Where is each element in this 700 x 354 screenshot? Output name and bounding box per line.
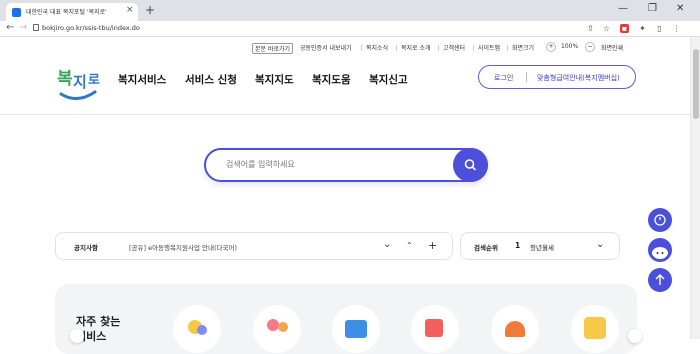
page-scrollbar[interactable] — [690, 37, 700, 339]
fav-service-6[interactable] — [571, 305, 619, 353]
alarm-icon — [505, 321, 525, 337]
print-link[interactable]: 화면인쇄 — [601, 43, 623, 52]
fav-service-2[interactable] — [253, 305, 301, 353]
header-divider — [0, 114, 690, 115]
address-bar: ← → ↻ bokjiro.go.kr/ssis-tbu/index.do ⇪ … — [0, 21, 700, 37]
nav-welfare-map[interactable]: 복지지도 — [255, 72, 294, 87]
svg-text:로: 로 — [88, 73, 100, 88]
cert-export-link[interactable]: 공동인증서 내보내기 — [300, 43, 352, 52]
document-icon — [345, 320, 367, 338]
badge-icon — [584, 317, 606, 339]
chevron-down-icon[interactable]: ⌄ — [383, 239, 391, 250]
nav-welfare-service[interactable]: 복지서비스 — [118, 72, 166, 87]
ranking-label: 검색순위 — [474, 244, 498, 252]
browser-tab-bar: 대한민국 대표 복지포털 '복지로' × + — ❐ ✕ — [0, 0, 700, 21]
search-input[interactable]: 검색어를 입력하세요 — [226, 159, 295, 170]
lock-icon[interactable] — [33, 24, 39, 31]
login-button[interactable]: 로그인 — [494, 73, 513, 83]
nav-welfare-report[interactable]: 복지신고 — [369, 72, 408, 87]
ranking-number: 1 — [515, 241, 521, 250]
menu-dots-icon[interactable]: ⋮ — [672, 24, 681, 33]
plus-icon[interactable]: + — [428, 239, 437, 252]
nav-service-apply[interactable]: 서비스 신청 — [185, 72, 237, 87]
fav-service-5[interactable] — [491, 305, 539, 353]
fav-service-4[interactable] — [411, 305, 459, 353]
fav-service-1[interactable] — [173, 305, 221, 353]
svg-text:지: 지 — [73, 73, 87, 91]
chevron-down-icon[interactable]: ⌄ — [596, 239, 604, 250]
notice-text[interactable]: [공유] e아동행복지원사업 안내(다국어) — [129, 242, 237, 252]
minimize-icon[interactable]: — — [618, 3, 628, 14]
close-window-icon[interactable]: ✕ — [676, 3, 684, 14]
about-link[interactable]: 복지로 소개 — [401, 43, 431, 52]
svg-text:복: 복 — [57, 69, 73, 89]
url-field[interactable]: bokjiro.go.kr/ssis-tbu/index.do — [42, 24, 140, 32]
membership-button[interactable]: 맞춤형급여안내(복지멤버십) — [537, 73, 620, 83]
chatbot-button[interactable] — [648, 238, 672, 262]
scrollbar-thumb[interactable] — [693, 49, 699, 119]
divider — [473, 45, 474, 51]
arrow-up-icon — [655, 274, 665, 285]
notice-bar — [55, 232, 453, 260]
chevron-up-icon[interactable]: ⌃ — [406, 241, 413, 250]
forward-icon[interactable]: → — [19, 22, 27, 33]
chatbot-icon — [652, 247, 668, 259]
history-icon — [654, 214, 666, 226]
sitemap-link[interactable]: 사이트맵 — [478, 43, 500, 52]
fav-service-3[interactable] — [332, 305, 380, 353]
decor-icon — [197, 325, 207, 335]
tab-title: 대한민국 대표 복지포털 '복지로' — [26, 9, 107, 16]
search-button[interactable] — [453, 148, 488, 182]
extension-icon[interactable]: ▪ — [620, 24, 629, 33]
tab-close-icon[interactable]: × — [126, 5, 134, 15]
divider — [438, 45, 439, 51]
favorites-title: 자주 찾는 — [76, 315, 121, 328]
puzzle-icon[interactable]: ✦ — [638, 24, 647, 33]
browser-tab[interactable]: 대한민국 대표 복지포털 '복지로' × — [6, 3, 138, 21]
site-favicon-icon — [12, 8, 21, 17]
screen-size-label: 화면크기 — [512, 45, 535, 52]
nav-welfare-help[interactable]: 복지도움 — [312, 72, 351, 87]
zoom-in-button[interactable]: + — [546, 42, 556, 52]
recent-history-button[interactable] — [648, 208, 672, 232]
calendar-icon — [425, 319, 443, 337]
maximize-icon[interactable]: ❐ — [648, 3, 657, 14]
customer-center-link[interactable]: 고객센터 — [443, 43, 465, 52]
search-icon — [464, 159, 476, 171]
news-link[interactable]: 복지소식 — [366, 43, 388, 52]
back-icon[interactable]: ← — [6, 22, 14, 33]
zoom-out-button[interactable]: − — [585, 42, 595, 52]
divider — [507, 45, 508, 51]
zoom-level: 100% — [561, 43, 579, 50]
new-tab-button[interactable]: + — [145, 3, 155, 17]
ranking-keyword[interactable]: 청년월세 — [530, 242, 554, 252]
prev-arrow-button[interactable] — [70, 329, 84, 343]
next-arrow-button[interactable] — [628, 329, 642, 343]
divider — [526, 72, 527, 82]
scroll-top-button[interactable] — [648, 268, 672, 292]
skip-to-content-link[interactable]: 본문 바로가기 — [252, 43, 294, 54]
share-icon[interactable]: ⇪ — [586, 24, 595, 33]
people-icon-2 — [278, 322, 288, 332]
sidebar-icon[interactable]: ▯ — [655, 24, 664, 33]
bookmark-star-icon[interactable]: ☆ — [602, 24, 611, 33]
divider — [361, 45, 362, 51]
bokjiro-logo[interactable]: 복 지 로 — [55, 62, 107, 104]
divider — [396, 45, 397, 51]
notice-label: 공지사항 — [74, 244, 98, 252]
